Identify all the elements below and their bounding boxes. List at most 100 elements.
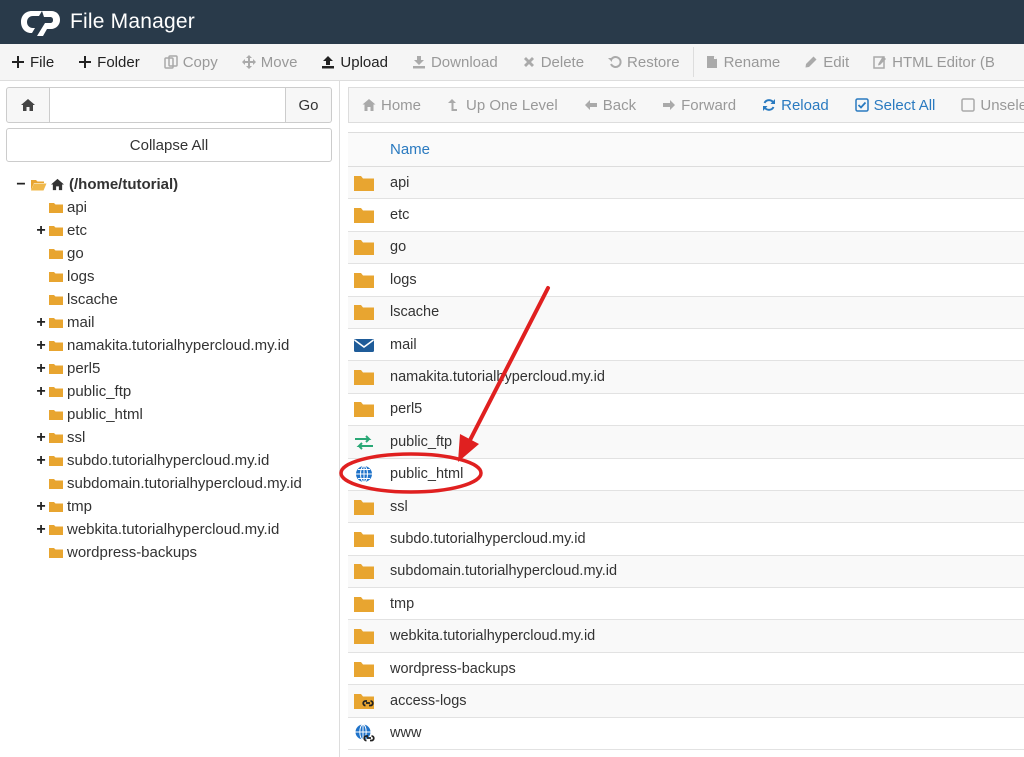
- folder-icon: [49, 295, 63, 305]
- table-row[interactable]: tmp: [348, 588, 1024, 621]
- table-row[interactable]: go: [348, 231, 1024, 265]
- go-button[interactable]: Go: [286, 87, 332, 123]
- plus-icon: [12, 56, 24, 68]
- copy-icon: [163, 55, 178, 69]
- arrow-left-icon: [584, 100, 597, 110]
- table-row[interactable]: wordpress-backups: [348, 653, 1024, 686]
- tree-item-subdo-tutorialhypercloud-my-id[interactable]: + subdo.tutorialhypercloud.my.id: [14, 449, 334, 472]
- folder-icon: [354, 240, 374, 256]
- table-row[interactable]: subdomain.tutorialhypercloud.my.id: [348, 555, 1024, 589]
- tree-item-lscache[interactable]: lscache: [14, 288, 334, 311]
- toolbar-button-label: Restore: [627, 53, 680, 71]
- folder-icon: [354, 305, 374, 321]
- toolbar-html-editor-b-button[interactable]: HTML Editor (B: [862, 44, 1008, 80]
- tree-root[interactable]: − (/home/tutorial): [14, 173, 334, 196]
- expand-plus-icon[interactable]: +: [34, 360, 48, 378]
- collapse-expander[interactable]: −: [14, 176, 28, 194]
- toolbar-copy-button[interactable]: Copy: [153, 44, 231, 80]
- toolbar-restore-button[interactable]: Restore: [597, 44, 693, 80]
- plus-icon: [79, 56, 92, 68]
- tree-item-label: subdomain.tutorialhypercloud.my.id: [67, 475, 302, 492]
- table-row[interactable]: perl5: [348, 394, 1024, 427]
- tree-item-label: etc: [67, 222, 88, 239]
- nav-unselec-button[interactable]: Unselec: [948, 88, 1024, 122]
- tree-item-wordpress-backups[interactable]: wordpress-backups: [14, 541, 334, 564]
- table-row[interactable]: logs: [348, 264, 1024, 297]
- toolbar-delete-button[interactable]: Delete: [511, 44, 597, 80]
- folder-icon: [49, 249, 63, 259]
- table-row[interactable]: access-logs: [348, 685, 1024, 718]
- nav-reload-button[interactable]: Reload: [749, 88, 842, 122]
- toolbar-download-button[interactable]: Download: [401, 44, 511, 80]
- nav-forward-button[interactable]: Forward: [649, 88, 749, 122]
- tree-item-label: wordpress-backups: [67, 544, 198, 561]
- expand-plus-icon[interactable]: +: [34, 429, 48, 447]
- tree-item-subdomain-tutorialhypercloud-my-id[interactable]: subdomain.tutorialhypercloud.my.id: [14, 472, 334, 495]
- path-home-button[interactable]: [6, 87, 50, 123]
- table-row[interactable]: www: [348, 718, 1024, 751]
- toolbar-folder-button[interactable]: Folder: [67, 44, 153, 80]
- table-row[interactable]: public_ftp: [348, 426, 1024, 459]
- expand-plus-icon[interactable]: +: [34, 521, 48, 539]
- nav-back-button[interactable]: Back: [571, 88, 649, 122]
- expand-plus-icon[interactable]: +: [34, 314, 48, 332]
- tree-item-mail[interactable]: + mail: [14, 311, 334, 334]
- tree-item-etc[interactable]: + etc: [14, 219, 334, 242]
- table-row[interactable]: public_html: [348, 459, 1024, 491]
- tree-item-ssl[interactable]: + ssl: [14, 426, 334, 449]
- tree-item-api[interactable]: api: [14, 196, 334, 219]
- table-row[interactable]: mail: [348, 329, 1024, 362]
- expand-plus-icon[interactable]: +: [34, 337, 48, 355]
- table-row[interactable]: etc: [348, 199, 1024, 232]
- directory-tree: − (/home/tutorial) api + etc go logs lscache +…: [14, 173, 334, 564]
- toolbar-upload-button[interactable]: Upload: [310, 44, 401, 80]
- nav-home-button[interactable]: Home: [349, 88, 434, 122]
- folder-icon: [354, 175, 374, 191]
- table-row[interactable]: namakita.tutorialhypercloud.my.id: [348, 361, 1024, 394]
- download-icon: [412, 56, 425, 69]
- expand-plus-icon[interactable]: +: [34, 498, 48, 516]
- move-icon: [241, 55, 256, 69]
- path-input[interactable]: [50, 87, 286, 123]
- folder-icon: [49, 525, 63, 535]
- folder-icon: [354, 596, 374, 612]
- app-title: File Manager: [70, 10, 195, 33]
- table-row[interactable]: lscache: [348, 296, 1024, 329]
- expand-plus-icon[interactable]: +: [34, 222, 48, 240]
- nav-select-all-button[interactable]: Select All: [842, 88, 949, 122]
- table-row[interactable]: ssl: [348, 490, 1024, 524]
- collapse-all-button[interactable]: Collapse All: [6, 128, 332, 162]
- home-icon: [51, 178, 64, 191]
- toolbar-edit-button[interactable]: Edit: [793, 44, 862, 80]
- file-name: subdomain.tutorialhypercloud.my.id: [390, 563, 618, 580]
- tree-item-perl5[interactable]: + perl5: [14, 357, 334, 380]
- envelope-icon: [354, 338, 374, 352]
- tree-item-public-ftp[interactable]: + public_ftp: [14, 380, 334, 403]
- toolbar-file-button[interactable]: File: [0, 44, 67, 80]
- table-row[interactable]: webkita.tutorialhypercloud.my.id: [348, 620, 1024, 653]
- name-column-header[interactable]: Name: [390, 141, 430, 158]
- table-row[interactable]: api: [348, 167, 1024, 200]
- file-name: api: [390, 174, 410, 191]
- home-icon: [362, 99, 376, 111]
- upload-icon: [322, 56, 335, 69]
- toolbar-rename-button[interactable]: Rename: [694, 44, 794, 80]
- tree-item-go[interactable]: go: [14, 242, 334, 265]
- tree-item-tmp[interactable]: + tmp: [14, 495, 334, 518]
- tree-item-public-html[interactable]: public_html: [14, 403, 334, 426]
- restore-icon: [608, 56, 622, 68]
- pencil-icon: [805, 56, 817, 68]
- expand-plus-icon[interactable]: +: [34, 383, 48, 401]
- file-name: go: [390, 239, 407, 256]
- tree-item-logs[interactable]: logs: [14, 265, 334, 288]
- nav-up-one-level-button[interactable]: Up One Level: [434, 88, 571, 122]
- tree-item-namakita-tutorialhypercloud-my-id[interactable]: + namakita.tutorialhypercloud.my.id: [14, 334, 334, 357]
- tree-item-webkita-tutorialhypercloud-my-id[interactable]: + webkita.tutorialhypercloud.my.id: [14, 518, 334, 541]
- toolbar-move-button[interactable]: Move: [231, 44, 311, 80]
- table-row[interactable]: subdo.tutorialhypercloud.my.id: [348, 523, 1024, 556]
- file-name: public_ftp: [390, 433, 453, 450]
- toolbar-button-label: Download: [430, 53, 498, 71]
- expand-plus-icon[interactable]: +: [34, 452, 48, 470]
- folder-icon: [49, 548, 63, 558]
- folder-icon: [49, 456, 63, 466]
